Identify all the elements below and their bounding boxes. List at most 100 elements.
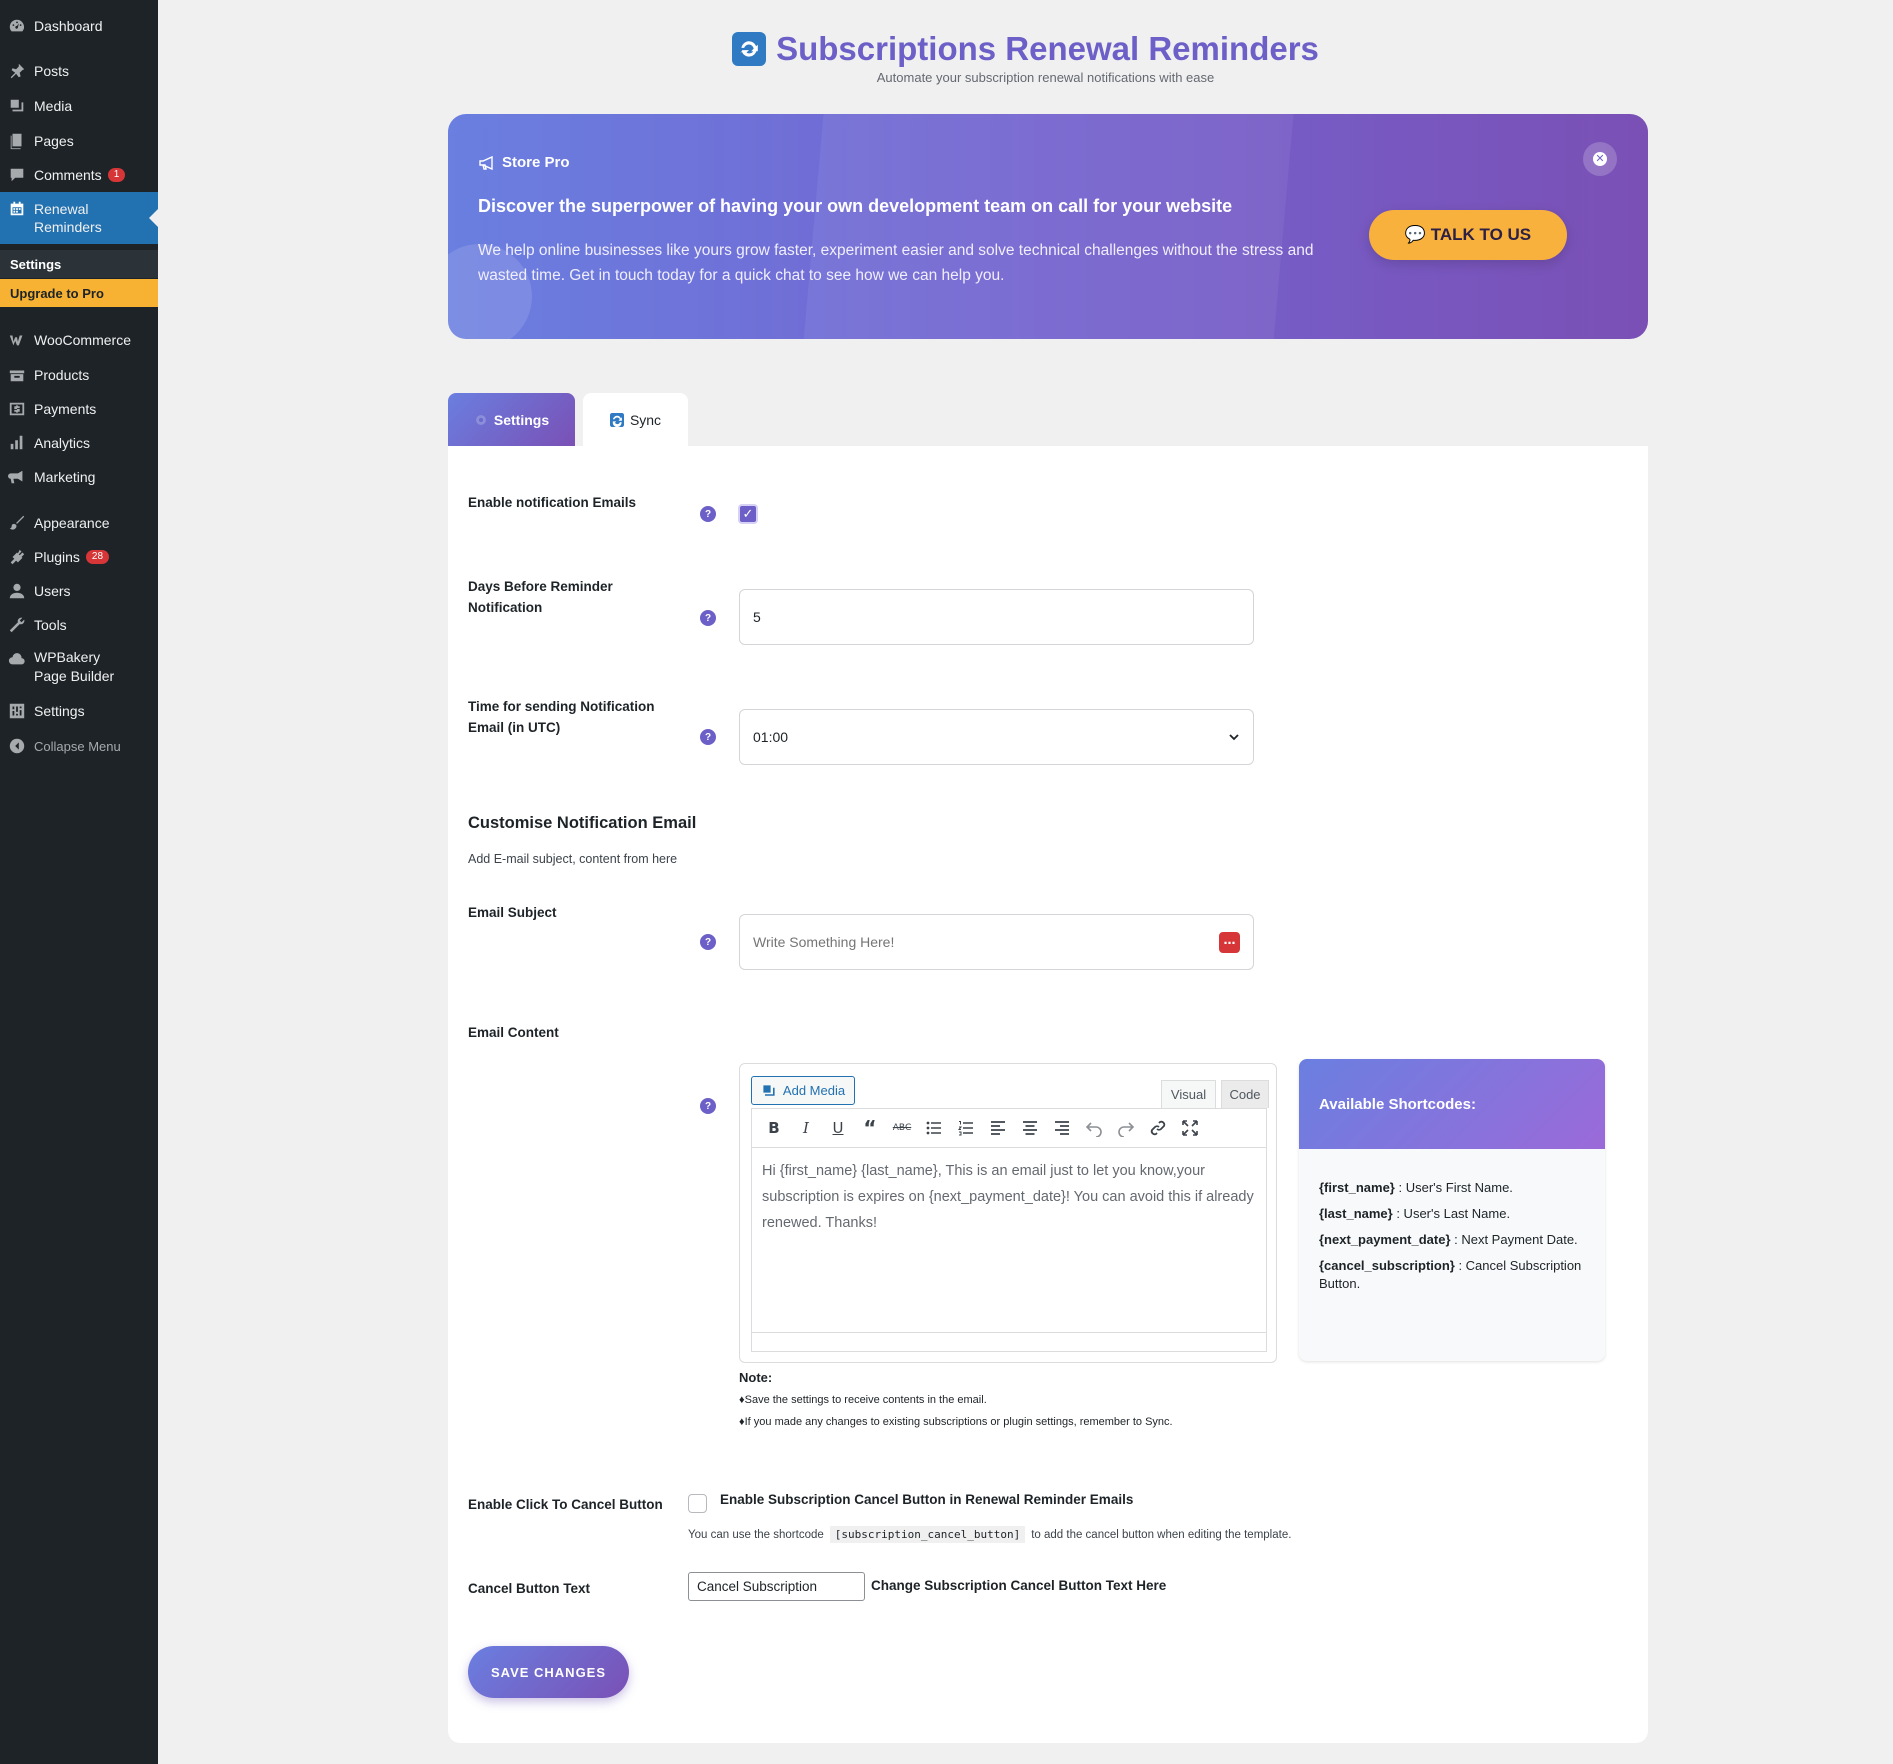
tab-settings[interactable]: Settings [448,393,575,446]
admin-sidebar: Dashboard Posts Media Pages Comments 1 R… [0,0,158,1764]
close-icon: ✕ [1593,152,1607,166]
cancel-button-label: Enable Click To Cancel Button [468,1497,663,1512]
sidebar-item-label: Analytics [34,435,91,451]
fullscreen-icon[interactable] [1174,1112,1206,1144]
help-icon[interactable]: ? [700,610,716,626]
note-title: Note: [739,1370,773,1385]
active-indicator [149,209,158,227]
sidebar-item-payments[interactable]: Payments [0,392,158,426]
help-icon[interactable]: ? [700,934,716,950]
sidebar-item-label: Pages [34,133,74,149]
sidebar-item-renewal-reminders[interactable]: Renewal Reminders [0,192,158,244]
editor-tab-code[interactable]: Code [1221,1080,1269,1108]
sidebar-item-label: Renewal Reminders [34,201,102,235]
days-before-label: Days Before Reminder Notification [468,579,613,615]
sidebar-item-users[interactable]: Users [0,574,158,608]
send-time-label: Time for sending Notification Email (in … [468,699,655,735]
email-subject-placeholder: Write Something Here! [753,934,895,950]
numbered-list-icon[interactable] [950,1112,982,1144]
sidebar-item-comments[interactable]: Comments 1 [0,158,158,192]
align-right-icon[interactable] [1046,1112,1078,1144]
editor-toolbar: B I U “ ABC [751,1108,1267,1148]
enable-cancel-button-checkbox[interactable] [688,1494,707,1513]
sidebar-item-products[interactable]: Products [0,358,158,392]
bold-icon[interactable]: B [758,1112,790,1144]
page-title: Subscriptions Renewal Reminders [732,30,1319,68]
promo-body: We help online businesses like yours gro… [478,242,1314,284]
media-icon [0,97,34,115]
enable-cancel-button-text[interactable]: Enable Subscription Cancel Button in Ren… [720,1492,1133,1507]
sidebar-item-settings[interactable]: Settings [0,694,158,728]
help-icon[interactable]: ? [700,729,716,745]
note-line-save: ♦Save the settings to receive contents i… [739,1394,987,1406]
send-time-select[interactable]: 01:00 [739,709,1254,765]
redo-icon[interactable] [1110,1112,1142,1144]
megaphone-icon [479,155,493,170]
editor-tab-visual[interactable]: Visual [1161,1080,1216,1108]
blockquote-icon[interactable]: “ [854,1112,886,1144]
emoji-picker-icon[interactable]: ⋯ [1219,932,1240,953]
help-icon[interactable]: ? [700,506,716,522]
shortcode-item: {first_name} : User's First Name. [1319,1179,1585,1197]
chevron-down-icon [1229,734,1239,741]
days-before-input[interactable]: 5 [739,589,1254,645]
sidebar-item-label: Settings [34,703,85,719]
sidebar-item-plugins[interactable]: Plugins 28 [0,540,158,574]
email-subject-input[interactable]: Write Something Here! ⋯ [739,914,1254,970]
page-title-text: Subscriptions Renewal Reminders [776,30,1319,67]
comments-count-badge: 1 [107,168,126,182]
sidebar-item-label: Users [34,583,71,599]
sidebar-item-posts[interactable]: Posts [0,54,158,88]
sidebar-item-pages[interactable]: Pages [0,124,158,158]
cancel-text-input[interactable]: Cancel Subscription [688,1572,865,1601]
undo-icon[interactable] [1078,1112,1110,1144]
add-media-button[interactable]: Add Media [751,1076,855,1105]
shortcode-code: {next_payment_date} [1319,1232,1451,1247]
sidebar-item-label: Products [34,367,90,383]
sidebar-item-wpbakery[interactable]: WPBakery Page Builder [0,648,158,688]
user-icon [0,582,34,600]
enable-emails-checkbox[interactable]: ✓ [738,504,758,524]
email-content-textarea[interactable]: Hi {first_name} {last_name}, This is an … [751,1148,1267,1350]
pages-icon [0,132,34,150]
sync-icon [609,412,624,427]
note-line-sync: ♦If you made any changes to existing sub… [739,1416,1173,1428]
brush-icon [0,514,34,532]
bullet-list-icon[interactable] [918,1112,950,1144]
strikethrough-icon[interactable]: ABC [886,1112,918,1144]
sidebar-item-dashboard[interactable]: Dashboard [0,9,158,43]
dashboard-icon [0,17,34,35]
submenu-settings[interactable]: Settings [0,250,158,278]
submenu-upgrade-to-pro[interactable]: Upgrade to Pro [0,279,158,307]
underline-icon[interactable]: U [822,1112,854,1144]
align-left-icon[interactable] [982,1112,1014,1144]
tab-sync[interactable]: Sync [583,393,688,446]
sidebar-item-label: Marketing [34,469,96,485]
page-header: Subscriptions Renewal Reminders Automate… [158,30,1893,85]
editor-resize-bar[interactable] [751,1332,1267,1352]
sidebar-item-label: Plugins [34,549,80,565]
pin-icon [0,62,34,80]
collapse-menu-button[interactable]: Collapse Menu [0,729,158,763]
shortcode-desc: : Next Payment Date. [1450,1232,1578,1247]
calendar-icon [0,200,34,218]
sidebar-item-analytics[interactable]: Analytics [0,426,158,460]
comment-icon [0,166,34,184]
help-icon[interactable]: ? [700,1098,716,1114]
sidebar-item-woocommerce[interactable]: WooCommerce [0,323,158,357]
email-content-editor: Add Media Visual Code B I U “ ABC Hi {fi… [739,1063,1277,1363]
shortcode-item: {next_payment_date} : Next Payment Date. [1319,1231,1585,1249]
close-banner-button[interactable]: ✕ [1583,142,1617,176]
sidebar-item-media[interactable]: Media [0,89,158,123]
sidebar-item-label: WooCommerce [34,332,131,348]
talk-to-us-button[interactable]: 💬 TALK TO US [1369,210,1567,260]
sidebar-item-marketing[interactable]: Marketing [0,460,158,494]
sidebar-item-appearance[interactable]: Appearance [0,506,158,540]
link-icon[interactable] [1142,1112,1174,1144]
save-changes-button[interactable]: SAVE CHANGES [468,1646,629,1698]
italic-icon[interactable]: I [790,1112,822,1144]
shortcodes-list: {first_name} : User's First Name. {last_… [1299,1149,1605,1293]
align-center-icon[interactable] [1014,1112,1046,1144]
sidebar-item-tools[interactable]: Tools [0,608,158,642]
shortcode-code: {cancel_subscription} [1319,1258,1455,1273]
